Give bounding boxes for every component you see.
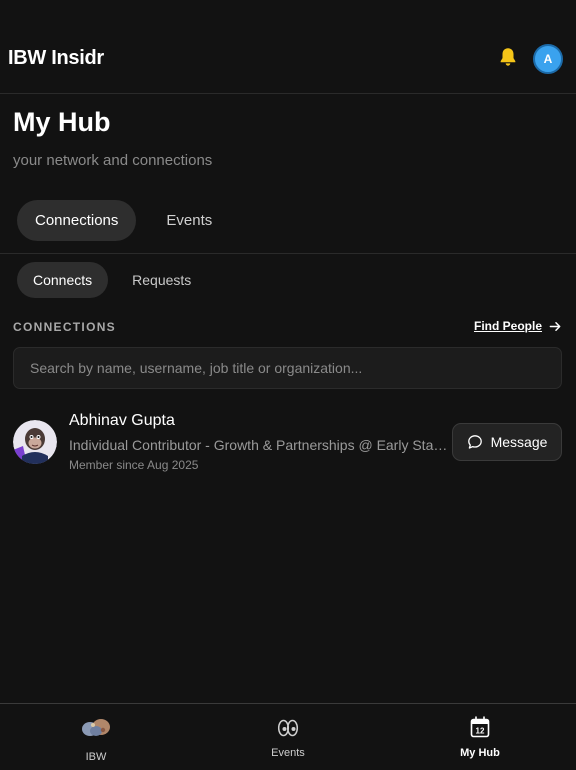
nav-label-my-hub: My Hub xyxy=(460,747,500,759)
tab-connections[interactable]: Connections xyxy=(17,200,137,241)
find-people-label: Find People xyxy=(473,319,542,333)
connection-member-since: Member since Aug 2025 xyxy=(69,458,199,472)
nav-item-my-hub[interactable]: 12 My Hub xyxy=(384,704,576,770)
user-avatar[interactable]: A xyxy=(533,44,563,74)
connection-name[interactable]: Abhinav Gupta xyxy=(69,412,175,430)
connections-section-label: CONNECTIONS xyxy=(13,320,116,334)
section-divider xyxy=(0,253,576,254)
nav-item-events[interactable]: Events xyxy=(192,704,384,770)
sub-tabs: Connects Requests xyxy=(17,262,207,298)
page-subtitle: your network and connections xyxy=(13,152,213,169)
subtab-requests[interactable]: Requests xyxy=(116,262,207,298)
connection-avatar[interactable] xyxy=(13,420,57,464)
chat-bubble-icon xyxy=(467,435,482,449)
page-title: My Hub xyxy=(13,107,111,137)
cartoon-ape-avatar-icon xyxy=(13,420,57,464)
nav-item-ibw[interactable]: IBW xyxy=(0,704,192,770)
list-item: Abhinav Gupta Individual Contributor - G… xyxy=(13,408,562,478)
app-brand[interactable]: IBW Insidr xyxy=(8,47,104,70)
subtab-connects[interactable]: Connects xyxy=(17,262,109,298)
bottom-nav: IBW Events 12 My Hub xyxy=(0,703,576,770)
find-people-link[interactable]: Find People xyxy=(474,319,562,333)
message-button[interactable]: Message xyxy=(452,423,562,461)
calendar-badge: 12 xyxy=(476,727,485,736)
bell-icon[interactable] xyxy=(497,46,519,68)
tab-events[interactable]: Events xyxy=(148,200,230,241)
nav-label-events: Events xyxy=(271,747,305,759)
arrow-right-icon xyxy=(549,321,561,331)
top-bar: IBW Insidr A xyxy=(0,0,576,94)
main-tabs: Connections Events xyxy=(17,200,230,241)
ibw-logo-icon xyxy=(80,716,112,745)
calendar-icon: 12 xyxy=(470,716,490,743)
nav-label-ibw: IBW xyxy=(85,751,107,763)
connection-title: Individual Contributor - Growth & Partne… xyxy=(69,437,454,453)
connections-search-input[interactable] xyxy=(13,347,562,389)
eyes-icon xyxy=(277,718,299,743)
message-button-label: Message xyxy=(490,434,548,450)
